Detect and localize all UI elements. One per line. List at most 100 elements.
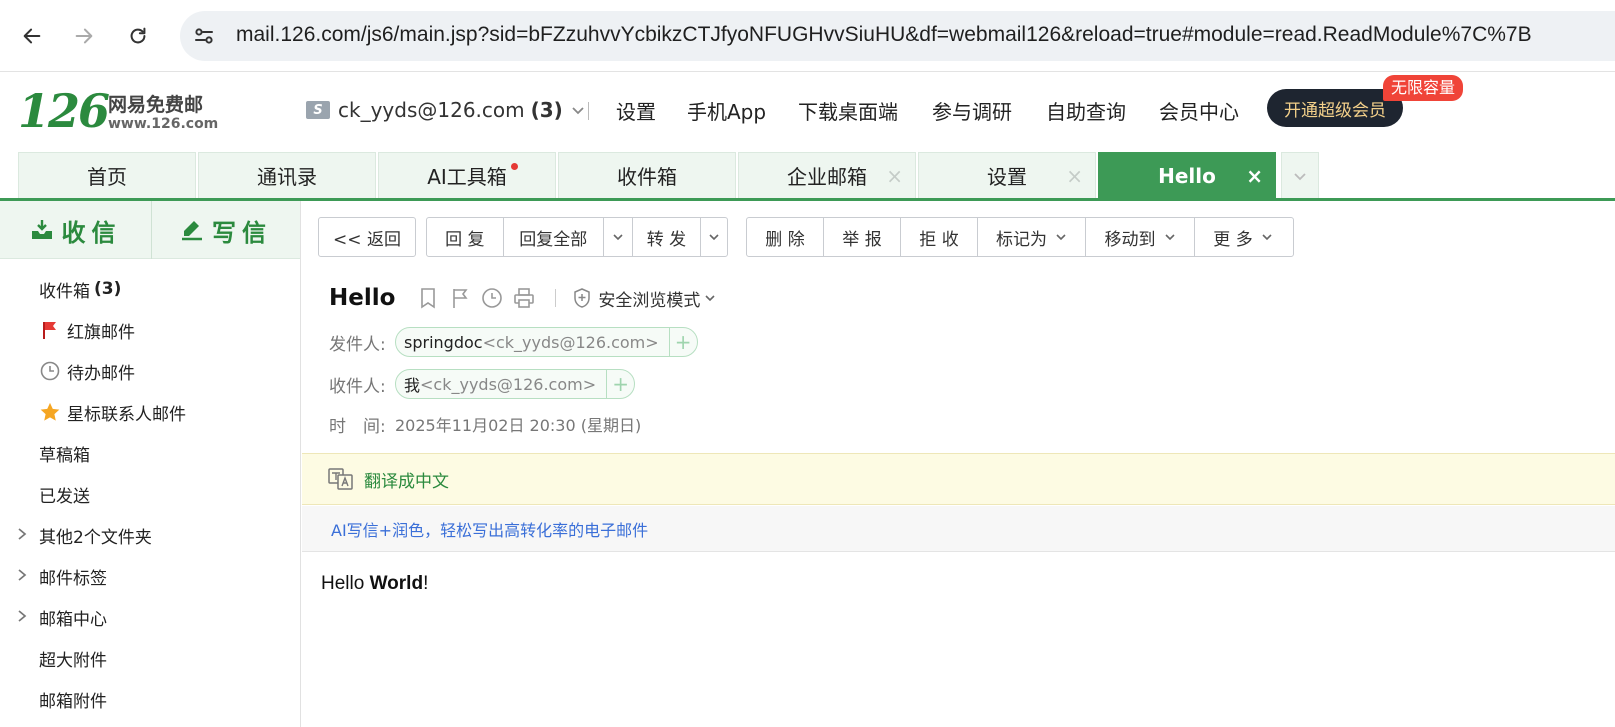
tab-label: 收件箱 [617,165,677,189]
chevron-down-icon [709,234,719,241]
account-switcher[interactable]: S ck_yyds@126.com (3) [306,98,585,122]
tab-overflow-button[interactable] [1281,152,1319,198]
folder-starred-contacts[interactable]: 星标联系人邮件 [0,392,300,432]
address-bar[interactable]: mail.126.com/js6/main.jsp?sid=bFZzuhvvYc… [180,11,1615,61]
folder-inbox[interactable]: 收件箱 (3) [0,269,300,309]
write-mail-button[interactable]: 写信 [152,201,300,259]
folder-drafts[interactable]: 草稿箱 [0,433,300,473]
add-contact-icon[interactable]: + [668,328,697,356]
close-icon[interactable]: × [1246,164,1263,188]
folder-label: 其他2个文件夹 [39,527,152,548]
header-link-member-center[interactable]: 会员中心 [1159,96,1239,125]
folder-label: 邮件标签 [39,568,107,589]
chevron-down-icon [1294,172,1306,180]
forward-arrow-icon[interactable] [68,20,100,52]
more-button[interactable]: 更 多 [1195,218,1291,256]
reload-icon[interactable] [122,20,154,52]
back-arrow-icon[interactable] [16,20,48,52]
folder-todo[interactable]: 待办邮件 [0,351,300,391]
folder-flagged[interactable]: 红旗邮件 [0,310,300,350]
sender-address-pill[interactable]: springdoc <ck_yyds@126.com> + [395,327,698,357]
translate-link[interactable]: 翻译成中文 [364,467,449,492]
folder-label: 超大附件 [39,650,107,671]
new-indicator-dot [511,163,518,170]
folder-mail-center[interactable]: 邮箱中心 [0,597,300,637]
compose-row: 收信 写信 [0,201,300,259]
tab-label: 设置 [987,165,1027,189]
tab-home[interactable]: 首页 [18,152,196,198]
tab-hello[interactable]: Hello × [1098,152,1276,198]
folder-other-folders[interactable]: 其他2个文件夹 [0,515,300,555]
header-link-survey[interactable]: 参与调研 [932,96,1012,125]
ai-write-promo-link[interactable]: AI写信+润色，轻松写出高转化率的电子邮件 [331,517,648,541]
chevron-down-icon [705,295,715,302]
logo-chinese-text: 网易免费邮 [108,94,204,116]
logo-domain-text: www.126.com [108,116,219,132]
reply-button[interactable]: 回 复 [427,218,504,256]
time-row: 时 间: 2025年11月02日 20:30 (星期日) [329,408,641,440]
folder-unread-count: (3) [94,279,122,299]
url-text[interactable]: mail.126.com/js6/main.jsp?sid=bFZzuhvvYc… [236,23,1532,47]
folder-label: 邮箱中心 [39,609,107,630]
more-label: 更 多 [1213,229,1253,250]
header-link-settings[interactable]: 设置 [616,96,656,125]
receive-mail-button[interactable]: 收信 [0,201,151,259]
subject-row: Hello 安全浏览模式 [329,281,716,315]
safe-mode-label: 安全浏览模式 [598,290,701,311]
time-label: 时 间: [329,416,386,437]
back-button[interactable]: << 返回 [319,218,415,256]
folder-mail-tags[interactable]: 邮件标签 [0,556,300,596]
reply-all-button[interactable]: 回复全部 [504,218,604,256]
forward-button[interactable]: 转 发 [633,218,702,256]
tab-label: AI工具箱 [427,165,507,189]
chevron-down-icon [1056,234,1066,241]
header-link-self-service[interactable]: 自助查询 [1046,96,1126,125]
delete-button[interactable]: 删 除 [747,218,824,256]
chevron-right-icon[interactable] [16,568,28,582]
close-icon[interactable]: × [1066,164,1083,188]
add-contact-icon[interactable]: + [606,370,634,398]
forward-options-button[interactable] [701,218,727,256]
account-email: ck_yyds@126.com [338,98,525,122]
chevron-right-icon[interactable] [16,527,28,541]
reject-button[interactable]: 拒 收 [901,218,978,256]
chevron-right-icon[interactable] [16,609,28,623]
reply-options-button[interactable] [604,218,633,256]
tab-inbox[interactable]: 收件箱 [558,152,736,198]
pen-icon [182,221,202,241]
site-settings-icon[interactable] [192,24,216,48]
header-link-mobile-app[interactable]: 手机App [687,96,766,125]
flag-icon[interactable] [449,287,471,309]
tab-ai-toolbox[interactable]: AI工具箱 [378,152,556,198]
tab-label: 首页 [87,165,127,189]
sender-email: <ck_yyds@126.com> [482,332,659,352]
reminder-clock-icon[interactable] [481,287,503,309]
chevron-down-icon [1262,234,1272,241]
print-icon[interactable] [513,287,535,309]
tab-settings[interactable]: 设置 × [918,152,1096,198]
folder-large-attachments[interactable]: 超大附件 [0,638,300,678]
mail-body-text: Hello [321,573,370,594]
header-divider [588,102,589,120]
mail-body: Hello World! [321,573,428,595]
logo-126[interactable]: 126 网易免费邮 www.126.com [18,86,228,136]
report-button[interactable]: 举 报 [824,218,901,256]
recipient-address-pill[interactable]: 我 <ck_yyds@126.com> + [395,369,636,399]
close-icon[interactable]: × [886,164,903,188]
tab-enterprise-mail[interactable]: 企业邮箱 × [738,152,916,198]
folder-sent[interactable]: 已发送 [0,474,300,514]
account-unread-count: (3) [530,98,563,122]
folder-attachments[interactable]: 邮箱附件 [0,679,300,719]
safe-browse-mode-toggle[interactable]: 安全浏览模式 [572,286,716,311]
mark-as-button[interactable]: 标记为 [978,218,1086,256]
bookmark-icon[interactable] [417,287,439,309]
tab-contacts[interactable]: 通讯录 [198,152,376,198]
header-link-desktop[interactable]: 下载桌面端 [798,96,898,125]
translate-bar: 翻译成中文 [302,453,1615,505]
write-mail-label: 写信 [212,218,272,247]
mail-time: 2025年11月02日 20:30 (星期日) [395,416,642,435]
move-to-button[interactable]: 移动到 [1086,218,1195,256]
recipient-label: 收件人: [329,376,386,397]
sender-name: springdoc [404,332,483,352]
mark-as-label: 标记为 [996,229,1047,250]
